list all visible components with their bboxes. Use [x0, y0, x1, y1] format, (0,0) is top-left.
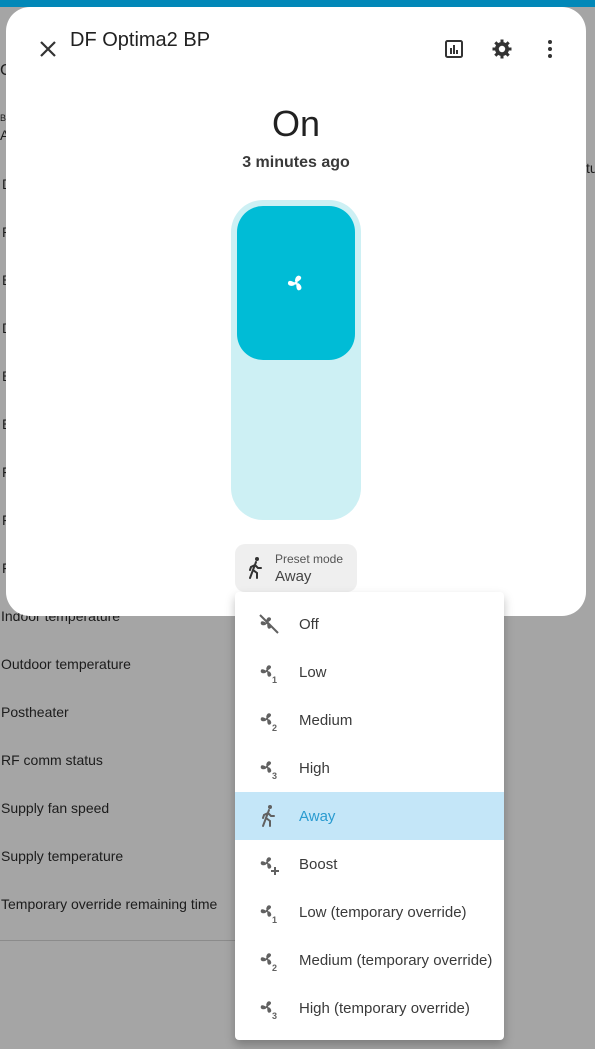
background-row[interactable]: Outdoor temperature	[1, 656, 131, 672]
menu-item-off[interactable]: Off	[235, 600, 504, 648]
state-value: On	[271, 103, 321, 144]
menu-item-label: High (temporary override)	[299, 999, 470, 1017]
menu-item-low-temporary-override[interactable]: 1 Low (temporary override)	[235, 888, 504, 936]
chart-box-icon	[445, 40, 463, 58]
menu-item-label: Low (temporary override)	[299, 903, 467, 921]
svg-text:2: 2	[272, 723, 277, 732]
preset-mode-select[interactable]: Preset mode Away	[235, 544, 357, 592]
fan-speed-fill	[237, 206, 355, 360]
menu-item-label: Low	[299, 663, 327, 681]
walk-icon	[249, 557, 262, 579]
fan-speed-1-icon: 1	[260, 665, 277, 684]
fan-icon	[287, 275, 302, 291]
more-options-button[interactable]	[528, 27, 572, 71]
fan-plus-icon	[260, 857, 279, 875]
preset-mode-value: Away	[275, 568, 312, 585]
svg-text:2: 2	[272, 963, 277, 972]
menu-item-high[interactable]: 3 High	[235, 744, 504, 792]
fan-speed-1-icon: 1	[260, 905, 277, 924]
menu-item-high-temporary-override[interactable]: 3 High (temporary override)	[235, 984, 504, 1032]
menu-item-boost[interactable]: Boost	[235, 840, 504, 888]
background-stub: tu	[586, 160, 595, 176]
menu-item-label: Medium	[299, 711, 353, 729]
dots-vertical-icon	[548, 40, 552, 58]
background-row[interactable]: Temporary override remaining time	[1, 896, 217, 912]
menu-item-label: High	[299, 759, 330, 777]
close-icon	[40, 41, 56, 57]
more-info-dialog: DF Optima2 BP On 3 minutes ago Preset mo…	[6, 7, 586, 616]
divider	[0, 940, 236, 941]
fan-speed-3-icon: 3	[260, 1001, 277, 1020]
svg-text:1: 1	[272, 675, 277, 684]
menu-item-label: Off	[299, 615, 319, 633]
svg-text:3: 3	[272, 1011, 277, 1020]
menu-item-low[interactable]: 1 Low	[235, 648, 504, 696]
preset-mode-label: Preset mode	[275, 552, 344, 566]
last-changed: 3 minutes ago	[242, 154, 350, 171]
background-row[interactable]: Supply temperature	[1, 848, 123, 864]
gear-icon	[492, 39, 512, 59]
fan-off-icon	[259, 614, 279, 634]
fan-speed-2-icon: 2	[260, 953, 277, 972]
fan-speed-slider[interactable]	[231, 200, 361, 520]
menu-item-label: Away	[299, 807, 336, 825]
menu-item-away[interactable]: Away	[235, 792, 504, 840]
background-row[interactable]: Postheater	[1, 704, 69, 720]
close-button[interactable]	[28, 29, 68, 69]
dialog-title: DF Optima2 BP	[70, 29, 211, 51]
fan-speed-2-icon: 2	[260, 713, 277, 732]
background-row[interactable]: Supply fan speed	[1, 800, 109, 816]
menu-item-medium[interactable]: 2 Medium	[235, 696, 504, 744]
settings-button[interactable]	[480, 27, 524, 71]
svg-text:1: 1	[272, 915, 277, 924]
background-row[interactable]: RF comm status	[1, 752, 103, 768]
menu-item-medium-temporary-override[interactable]: 2 Medium (temporary override)	[235, 936, 504, 984]
menu-item-label: Medium (temporary override)	[299, 951, 493, 969]
fan-speed-3-icon: 3	[260, 761, 277, 780]
walk-icon	[262, 805, 275, 827]
preset-mode-menu: Off 1 Low 2 Medium 3 High Away Boost 1 L…	[235, 592, 504, 1040]
history-button[interactable]	[432, 27, 476, 71]
svg-text:3: 3	[272, 771, 277, 780]
menu-item-label: Boost	[299, 855, 338, 873]
